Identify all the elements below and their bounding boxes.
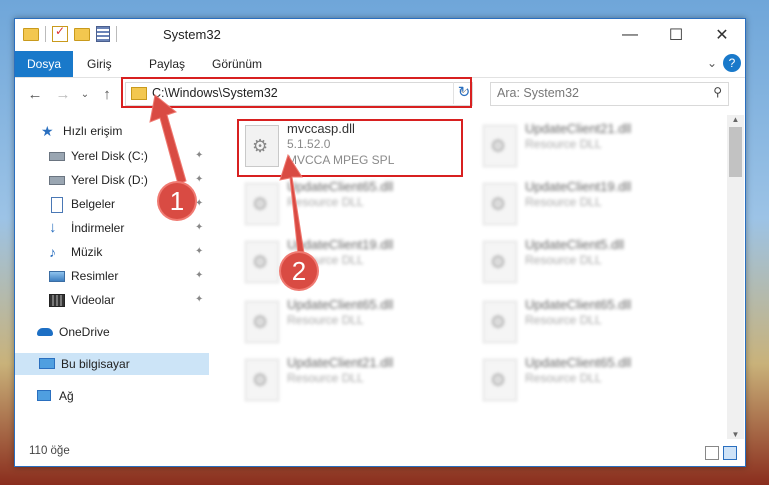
callout-2: 2 <box>281 253 317 289</box>
arrow-2 <box>279 153 305 255</box>
callout-1: 1 <box>159 183 195 219</box>
arrow-1 <box>149 94 187 185</box>
annotation-arrows <box>149 94 305 255</box>
